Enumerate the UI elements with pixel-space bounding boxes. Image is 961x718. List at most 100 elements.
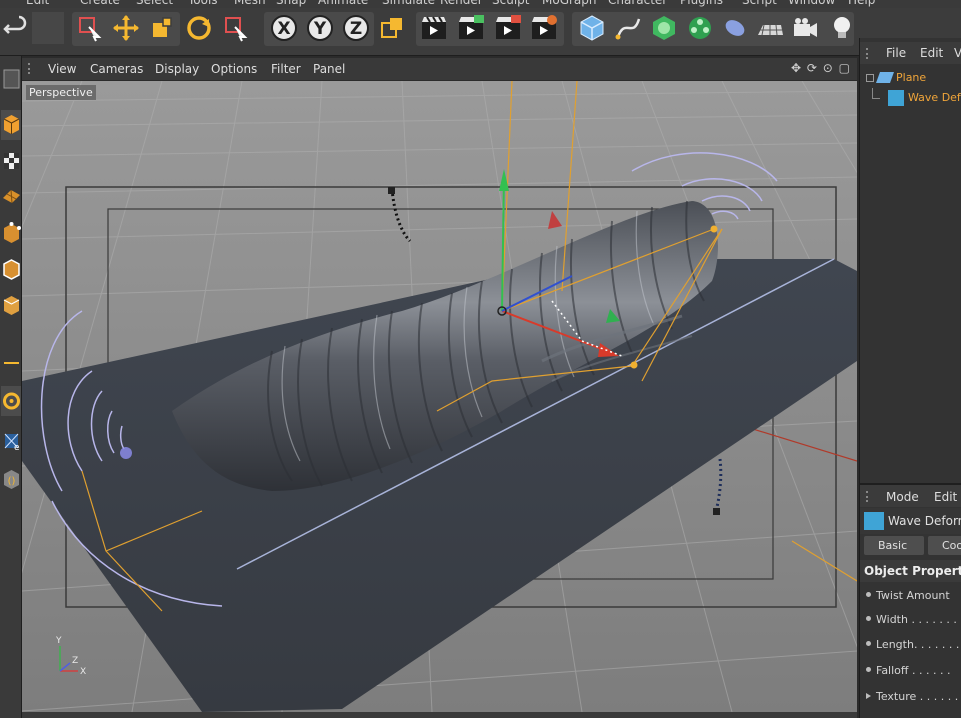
menu-plugins[interactable]: Plugins [680,0,723,7]
property-label: Twist Amount [876,589,950,602]
texture-mode-icon[interactable] [1,146,21,176]
menu-character[interactable]: Character [608,0,667,7]
wave-deformer-icon [864,512,884,530]
menu-view[interactable]: View [48,62,76,76]
tab-basic[interactable]: Basic [864,536,924,555]
rotate-tool-icon[interactable] [183,12,215,44]
tweak-mode-icon[interactable] [1,386,21,416]
viewport-menubar: View Cameras Display Options Filter Pane… [22,58,857,80]
animation-dot-icon[interactable] [866,592,871,597]
object-row-wave-deformer[interactable]: Wave Deformer [860,88,961,108]
camera-object-icon[interactable] [789,12,821,44]
workplane-mode-icon[interactable] [1,180,21,210]
tree-line [872,88,880,99]
snap-icon[interactable]: e [1,426,21,456]
axis-z-label: Z [72,656,78,666]
render-view-icon[interactable] [418,12,450,44]
menu-options[interactable]: Options [211,62,257,76]
polygons-mode-icon[interactable] [1,290,21,320]
property-texture[interactable]: Texture . . . . . . [860,685,961,709]
menu-create[interactable]: Create [80,0,120,7]
menu-file[interactable]: File [886,46,906,60]
lock-workplane-icon[interactable]: () [1,464,21,494]
menu-tools[interactable]: Tools [188,0,218,7]
perspective-viewport[interactable]: Y X Z Perspective [22,81,857,712]
menu-filter[interactable]: Filter [271,62,301,76]
menu-panel[interactable]: Panel [313,62,345,76]
live-selection-icon[interactable] [74,12,106,44]
scale-tool-icon[interactable] [146,12,178,44]
redo-icon[interactable] [32,12,64,44]
edges-mode-icon[interactable] [1,254,21,284]
menu-mesh[interactable]: Mesh [234,0,266,7]
viewport-camera-label: Perspective [26,85,96,100]
right-panel: File Edit Vi Plane Wave Deformer Mode Ed… [859,38,961,718]
menu-animate[interactable]: Animate [318,0,368,7]
menu-mode[interactable]: Mode [886,490,919,504]
animation-dot-icon[interactable] [866,641,871,646]
viewport-bottom-bar [22,712,857,718]
bend-deformer-icon[interactable] [719,12,751,44]
x-axis-lock-icon[interactable]: X [268,12,300,44]
animation-dot-icon[interactable] [866,667,871,672]
object-row-plane[interactable]: Plane [860,68,961,88]
attribute-object-name: Wave Deformer [888,514,961,528]
attribute-manager-menubar: Mode Edit [860,483,961,507]
undo-icon[interactable] [0,12,32,44]
menu-sculpt[interactable]: Sculpt [492,0,529,7]
left-tool-palette: e () [0,56,22,718]
property-length[interactable]: Length. . . . . . . [860,633,961,657]
menu-view[interactable]: Vi [954,46,961,60]
menu-render[interactable]: Render [440,0,483,7]
tab-coord[interactable]: Coord. [928,536,961,555]
svg-text:(): () [7,476,15,487]
property-label: Texture . . . . . . [876,690,959,703]
viewport-navigation-icons[interactable]: ✥ ⟳ ⊙ ▢ [791,61,851,75]
menu-cameras[interactable]: Cameras [90,62,143,76]
menu-snap[interactable]: Snap [276,0,306,7]
recent-tools-icon[interactable] [220,12,252,44]
property-twist-amount[interactable]: Twist Amount [860,584,961,608]
object-mode-icon[interactable] [1,110,21,140]
menu-edit[interactable]: Edit [920,46,943,60]
enable-axis-icon[interactable] [1,348,21,378]
subdivision-surface-icon[interactable] [648,12,680,44]
attribute-tabs: Basic Coord. [860,534,961,556]
menu-script[interactable]: Script [742,0,777,7]
y-axis-lock-icon[interactable]: Y [304,12,336,44]
menu-display[interactable]: Display [155,62,199,76]
svg-text:Z: Z [350,19,362,39]
menu-mograph[interactable]: MoGraph [542,0,597,7]
property-label: Width . . . . . . . [876,613,957,626]
menu-help[interactable]: Help [848,0,875,7]
render-to-picture-viewer-icon[interactable] [492,12,524,44]
z-axis-lock-icon[interactable]: Z [340,12,372,44]
axis-y-label: Y [55,636,62,646]
viewport-scene: Y X Z [22,81,857,712]
svg-text:X: X [277,19,290,39]
expand-icon[interactable] [866,74,874,82]
property-falloff[interactable]: Falloff . . . . . . [860,659,961,683]
render-region-icon[interactable] [455,12,487,44]
menu-edit[interactable]: Edit [26,0,49,7]
model-mode-icon[interactable] [1,64,21,94]
pen-spline-icon[interactable] [612,12,644,44]
coordinate-system-icon[interactable] [377,12,409,44]
render-settings-icon[interactable] [528,12,560,44]
menu-simulate[interactable]: Simulate [382,0,435,7]
panel-grip-icon [28,63,38,74]
light-object-icon[interactable] [826,12,858,44]
expand-arrow-icon[interactable] [866,693,871,699]
points-mode-icon[interactable] [1,218,21,248]
animation-dot-icon[interactable] [866,616,871,621]
cube-object-icon[interactable] [576,12,608,44]
menu-select[interactable]: Select [136,0,173,7]
floor-object-icon[interactable] [754,12,786,44]
move-tool-icon[interactable] [110,12,142,44]
menu-edit[interactable]: Edit [934,490,957,504]
cloner-icon[interactable] [684,12,716,44]
attribute-object-header: Wave Deformer [860,508,961,534]
property-width[interactable]: Width . . . . . . . [860,608,961,632]
svg-text:Y: Y [313,19,327,39]
menu-window[interactable]: Window [788,0,835,7]
